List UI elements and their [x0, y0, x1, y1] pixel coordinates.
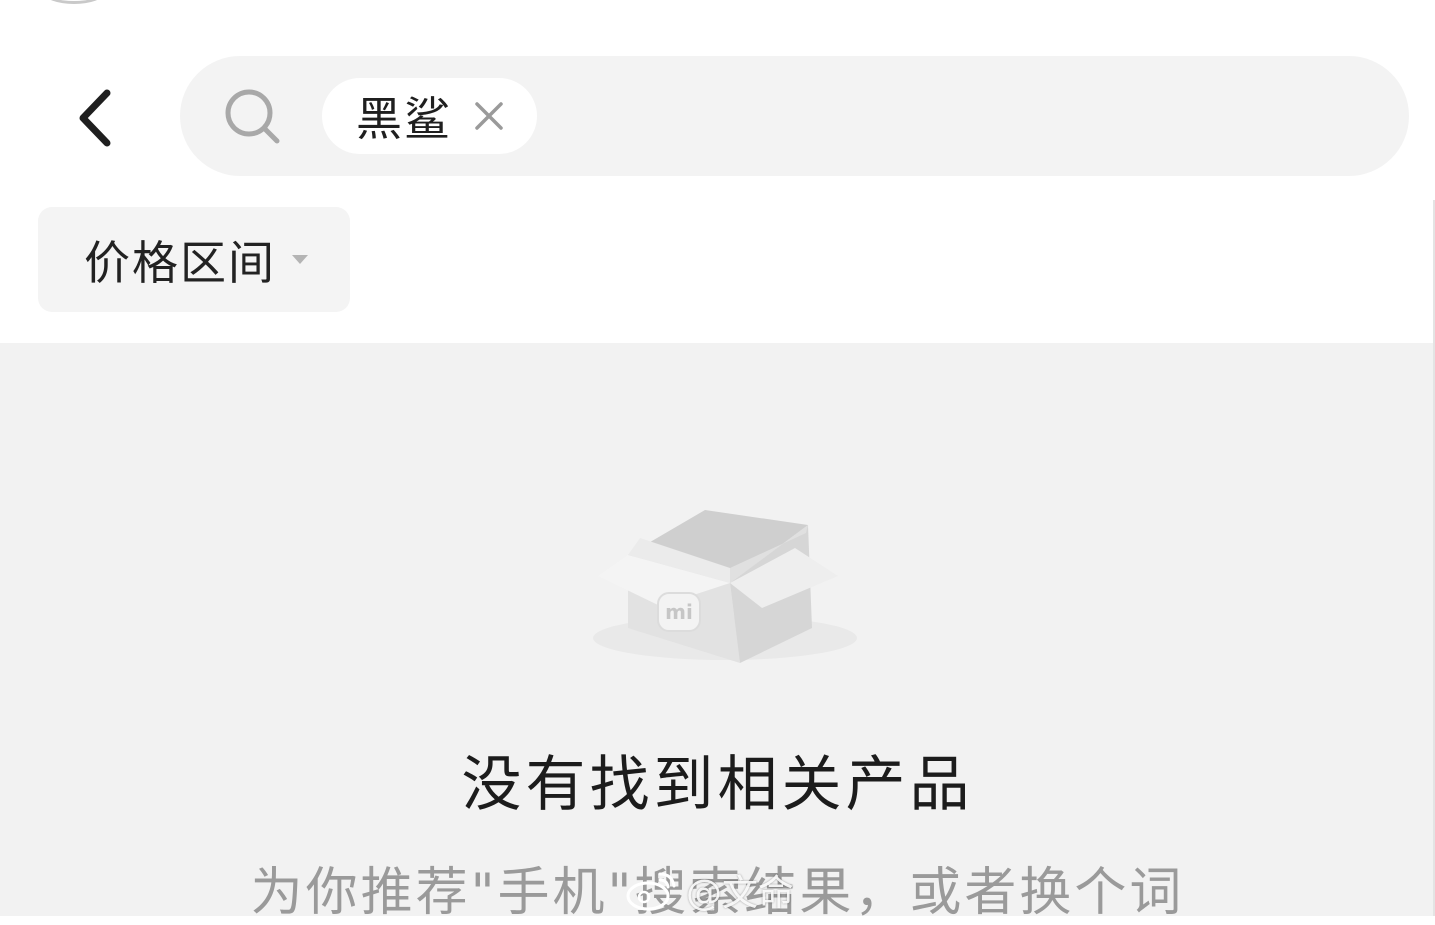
search-input[interactable] — [560, 86, 1364, 148]
results-area: mi 没有找到相关产品 为你推荐"手机"搜索结果，或者换个词 @文命 — [0, 343, 1435, 923]
caret-down-icon — [292, 255, 308, 264]
weibo-icon — [626, 872, 676, 911]
empty-box-mi-icon: mi — [593, 510, 857, 663]
status-bar-fragment — [44, 0, 104, 4]
search-bar[interactable]: 黑鲨 — [180, 56, 1409, 176]
price-range-label: 价格区间 — [84, 235, 276, 290]
weibo-watermark: @文命 — [624, 860, 794, 920]
search-keyword-text: 黑鲨 — [356, 92, 452, 146]
close-icon[interactable] — [473, 100, 505, 132]
watermark-text: @文命 — [686, 873, 795, 914]
search-icon — [225, 89, 280, 144]
search-keyword-chip[interactable]: 黑鲨 — [322, 78, 537, 154]
svg-text:mi: mi — [665, 600, 693, 624]
chevron-left-icon — [79, 89, 111, 147]
back-button[interactable] — [60, 80, 130, 156]
empty-state-title: 没有找到相关产品 — [461, 750, 974, 820]
price-range-filter[interactable]: 价格区间 — [38, 207, 350, 312]
